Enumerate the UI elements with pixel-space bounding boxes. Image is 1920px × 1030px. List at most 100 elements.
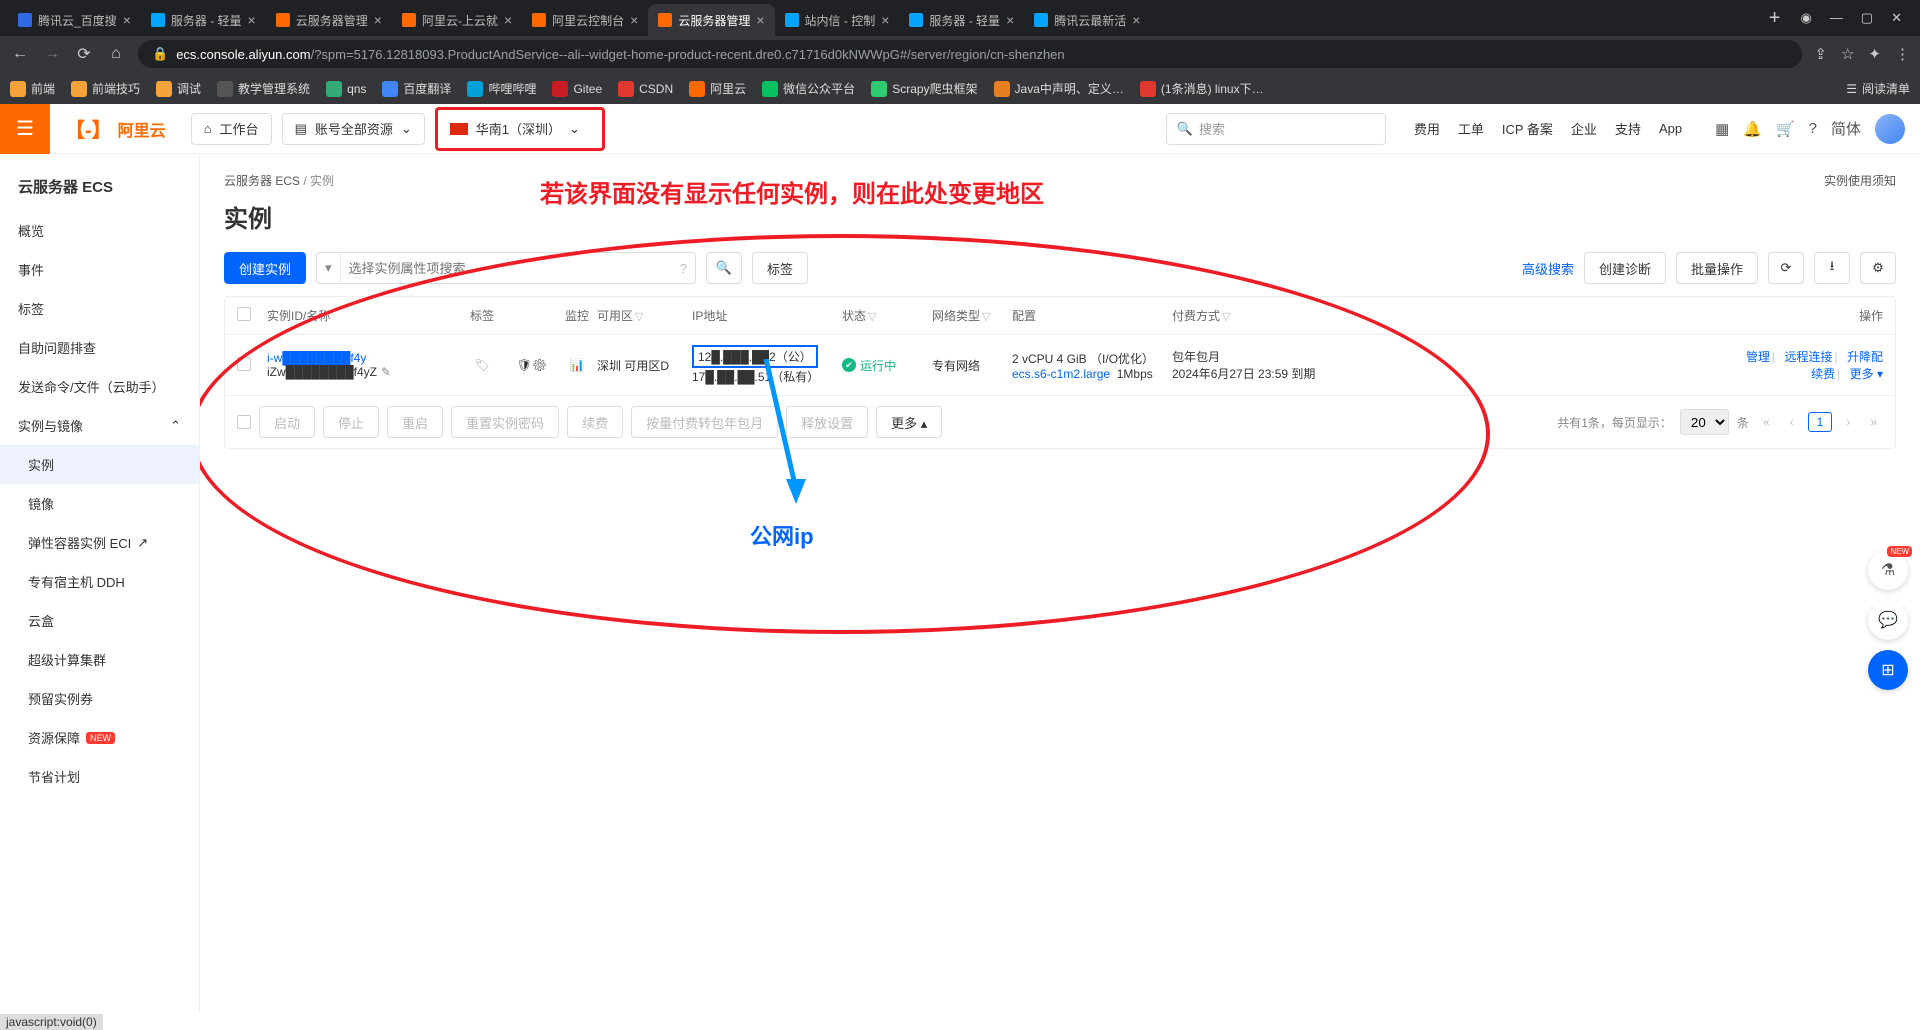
sidebar-item[interactable]: 镜像 — [0, 484, 199, 523]
search-input[interactable] — [341, 261, 672, 276]
bookmark-item[interactable]: 前端技巧 — [71, 80, 140, 97]
back-icon[interactable]: ← — [10, 45, 30, 63]
op-remote[interactable]: 远程连接 — [1785, 350, 1833, 364]
close-tab-icon[interactable]: × — [1006, 12, 1014, 28]
first-page-icon[interactable]: « — [1757, 413, 1776, 431]
edit-icon[interactable]: ✎ — [381, 365, 391, 379]
avatar[interactable] — [1875, 114, 1905, 144]
tag-icon[interactable]: 🏷 — [474, 358, 489, 372]
sidebar-item[interactable]: 自助问题排查 — [0, 328, 199, 367]
shield-icon[interactable]: 🛡 — [517, 358, 532, 372]
browser-tab[interactable]: 服务器 - 轻量× — [899, 4, 1024, 36]
workbench-link[interactable]: ⌂ 工作台 — [191, 113, 272, 145]
browser-tab[interactable]: 服务器 - 轻量× — [141, 4, 266, 36]
refresh-icon[interactable]: ⟳ — [1768, 252, 1804, 284]
bookmark-item[interactable]: 微信公众平台 — [762, 80, 855, 97]
help-icon[interactable]: ? — [1809, 120, 1817, 137]
bookmark-item[interactable]: Gitee — [552, 80, 602, 97]
breadcrumb-root[interactable]: 云服务器 ECS — [224, 174, 300, 188]
op-resize[interactable]: 升降配 — [1847, 350, 1883, 364]
account-icon[interactable]: ◉ — [1800, 10, 1811, 26]
op-manage[interactable]: 管理 — [1746, 350, 1770, 364]
hamburger-icon[interactable]: ☰ — [0, 104, 50, 154]
op-more[interactable]: 更多 ▾ — [1850, 367, 1883, 381]
browser-tab[interactable]: 站内信 - 控制× — [775, 4, 900, 36]
sidebar-item[interactable]: 专有宿主机 DDH — [0, 562, 199, 601]
close-tab-icon[interactable]: × — [504, 12, 512, 28]
sidebar-item[interactable]: 实例 — [0, 445, 199, 484]
reading-list[interactable]: ☰ 阅读清单 — [1846, 80, 1910, 97]
sidebar-item[interactable]: 发送命令/文件（云助手） — [0, 367, 199, 406]
extensions-icon[interactable]: ✦ — [1868, 45, 1881, 63]
monitor-icon[interactable]: 📊 — [570, 358, 585, 372]
search-button[interactable]: 🔍 — [706, 252, 742, 284]
browser-tab[interactable]: 云服务器管理× — [266, 4, 392, 36]
star-icon[interactable]: ☆ — [1841, 45, 1854, 63]
header-link[interactable]: 工单 — [1458, 119, 1484, 138]
sidebar-item[interactable]: 超级计算集群 — [0, 640, 199, 679]
batch-button[interactable]: 批量操作 — [1676, 252, 1758, 284]
minimize-icon[interactable]: ― — [1830, 10, 1843, 26]
sidebar-item[interactable]: 云盒 — [0, 601, 199, 640]
address-bar[interactable]: 🔒 ecs.console.aliyun.com/?spm=5176.12818… — [138, 40, 1802, 68]
browser-tab[interactable]: 阿里云控制台× — [522, 4, 648, 36]
tag-button[interactable]: 标签 — [752, 252, 808, 284]
chat-icon[interactable]: 💬 — [1868, 600, 1908, 640]
home-icon[interactable]: ⌂ — [106, 45, 126, 63]
bookmark-item[interactable]: Scrapy爬虫框架 — [871, 80, 977, 97]
diagnose-button[interactable]: 创建诊断 — [1584, 252, 1666, 284]
page-size-select[interactable]: 20 — [1680, 409, 1729, 435]
close-tab-icon[interactable]: × — [881, 12, 889, 28]
filter-icon[interactable]: ▽ — [982, 311, 990, 323]
share-icon[interactable]: ⇪ — [1814, 45, 1827, 63]
sidebar-item[interactable]: 概览 — [0, 211, 199, 250]
bookmark-item[interactable]: 教学管理系统 — [217, 80, 310, 97]
close-tab-icon[interactable]: × — [123, 12, 131, 28]
bookmark-item[interactable]: 调试 — [156, 80, 201, 97]
info-icon[interactable]: ? — [672, 261, 695, 276]
create-instance-button[interactable]: 创建实例 — [224, 252, 306, 284]
select-all-checkbox[interactable] — [237, 415, 251, 429]
batch-action-button[interactable]: 更多 ▴ — [876, 406, 942, 438]
bookmark-item[interactable]: (1条消息) linux下… — [1140, 80, 1264, 97]
sidebar-item[interactable]: 标签 — [0, 289, 199, 328]
next-page-icon[interactable]: › — [1840, 413, 1856, 431]
help-link[interactable]: 实例使用须知 — [1824, 172, 1896, 189]
bookmark-item[interactable]: 前端 — [10, 80, 55, 97]
download-icon[interactable]: ⭳ — [1814, 252, 1850, 284]
close-tab-icon[interactable]: × — [756, 12, 764, 28]
global-search[interactable]: 🔍 搜索 — [1166, 113, 1386, 145]
close-tab-icon[interactable]: × — [374, 12, 382, 28]
filter-icon[interactable]: ▽ — [1222, 311, 1230, 323]
new-tab-button[interactable]: + — [1759, 7, 1791, 30]
reload-icon[interactable]: ⟳ — [74, 44, 94, 64]
sidebar-item[interactable]: 资源保障 NEW — [0, 718, 199, 757]
cart-icon[interactable]: 🛒 — [1776, 120, 1795, 138]
instance-id-link[interactable]: i-w████████f4y — [267, 351, 457, 365]
bookmark-item[interactable]: Java中声明、定义… — [994, 80, 1124, 97]
instance-type-link[interactable]: ecs.s6-c1m2.large — [1012, 367, 1110, 381]
gear-icon[interactable]: ⚙ — [532, 358, 547, 372]
bookmark-item[interactable]: 百度翻译 — [382, 80, 451, 97]
flask-icon[interactable]: ⚗NEW — [1868, 550, 1908, 590]
header-link[interactable]: 费用 — [1414, 119, 1440, 138]
sidebar-item[interactable]: 预留实例券 — [0, 679, 199, 718]
apps-icon[interactable]: ⊞ — [1868, 650, 1908, 690]
close-tab-icon[interactable]: × — [630, 12, 638, 28]
prev-page-icon[interactable]: ‹ — [1784, 413, 1800, 431]
instance-search[interactable]: ▾ ? — [316, 252, 696, 284]
header-link[interactable]: 企业 — [1571, 119, 1597, 138]
close-window-icon[interactable]: ✕ — [1891, 10, 1902, 26]
sidebar-item[interactable]: 节省计划 — [0, 757, 199, 796]
bookmark-item[interactable]: 阿里云 — [689, 80, 746, 97]
bell-icon[interactable]: 🔔 — [1743, 120, 1762, 138]
header-link[interactable]: ICP 备案 — [1502, 119, 1553, 138]
row-checkbox[interactable] — [237, 357, 251, 371]
maximize-icon[interactable]: ▢ — [1861, 10, 1873, 26]
header-link[interactable]: App — [1659, 121, 1682, 136]
public-ip[interactable]: 12█.███.██2（公） — [692, 345, 818, 368]
browser-tab[interactable]: 云服务器管理× — [648, 4, 774, 36]
language-switch[interactable]: 简体 — [1831, 118, 1861, 139]
bookmark-item[interactable]: CSDN — [618, 80, 673, 97]
menu-icon[interactable]: ⋮ — [1895, 45, 1910, 63]
